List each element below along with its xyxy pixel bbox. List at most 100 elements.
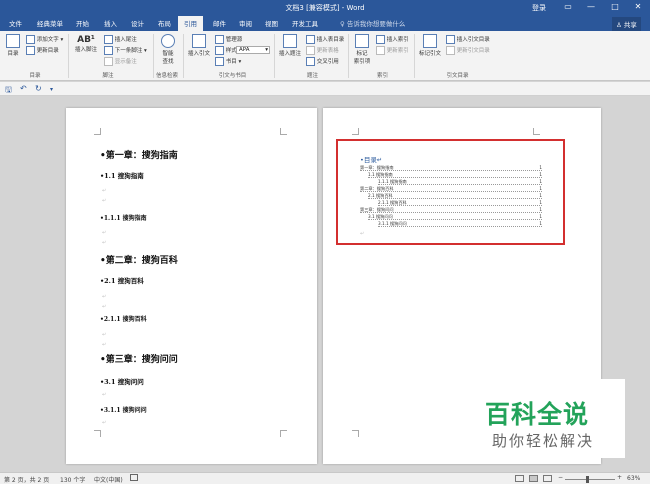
document-workspace[interactable]: •第一章：搜狗指南 •1.1 搜狗指南 ↵ ↵ •1.1.1 搜狗指南 ↵ ↵ …	[0, 96, 650, 472]
paragraph-mark: ↵	[102, 420, 107, 426]
toc-entry[interactable]: 2.1 搜狗百科 1	[368, 193, 542, 199]
citation-style-select[interactable]: APA ▾	[236, 46, 270, 54]
refresh-icon	[26, 46, 35, 55]
tab-review[interactable]: 审阅	[239, 18, 252, 28]
citation-icon	[192, 34, 206, 48]
tab-home[interactable]: 开始	[76, 18, 89, 28]
page-count[interactable]: 第 2 页，共 2 页	[4, 475, 49, 484]
paragraph-mark: ↵	[102, 392, 107, 398]
read-mode-icon[interactable]	[515, 475, 524, 482]
update-table-button[interactable]: 更新表格	[306, 46, 339, 55]
group-label-index: 索引	[376, 73, 388, 79]
insert-table-of-figures-button[interactable]: 插入表目录	[306, 35, 344, 44]
tell-me-search[interactable]: ♀ 告诉我你想要做什么	[340, 18, 405, 28]
update-toc-button[interactable]: 更新目录	[26, 46, 59, 55]
insert-endnote-button[interactable]: 插入尾注	[104, 35, 137, 44]
heading-2-1-1[interactable]: •2.1.1 搜狗百科	[100, 314, 147, 323]
toc-entry[interactable]: 2.1.1 搜狗百科 1	[378, 200, 542, 206]
login-link[interactable]: 登录	[532, 3, 546, 13]
insert-caption-button[interactable]: 插入题注	[277, 34, 303, 57]
tab-references[interactable]: 引用	[178, 16, 203, 31]
language-indicator[interactable]: 中文(中国)	[94, 475, 123, 484]
document-page-1[interactable]: •第一章：搜狗指南 •1.1 搜狗指南 ↵ ↵ •1.1.1 搜狗指南 ↵ ↵ …	[66, 108, 317, 464]
insert-index-icon	[376, 35, 385, 44]
undo-icon[interactable]: ↶	[20, 84, 27, 93]
tab-classic-menu[interactable]: 经典菜单	[37, 18, 63, 28]
tab-developer[interactable]: 开发工具	[292, 18, 318, 28]
toc-entry[interactable]: 1.1.1 搜狗指南 1	[378, 179, 542, 185]
zoom-slider[interactable]	[565, 479, 615, 480]
heading-3-1-1[interactable]: •3.1.1 搜狗问问	[100, 405, 147, 414]
ribbon-display-options-icon[interactable]: ▭	[561, 2, 575, 11]
insert-index-button[interactable]: 插入索引	[376, 35, 409, 44]
magnifier-icon	[161, 34, 175, 48]
paragraph-mark: ↵	[102, 230, 107, 236]
heading-chapter-1[interactable]: •第一章：搜狗指南	[100, 148, 178, 161]
heading-chapter-2[interactable]: •第二章：搜狗百科	[100, 253, 178, 266]
cross-reference-icon	[306, 57, 315, 66]
add-text-button[interactable]: 添加文字 ▾	[26, 35, 63, 44]
heading-1-1-1[interactable]: •1.1.1 搜狗指南	[100, 213, 147, 222]
tab-file[interactable]: 文件	[9, 18, 22, 28]
title-bar: 文档3 [兼容模式] - Word 登录 ▭ — □ ✕	[0, 0, 650, 16]
print-layout-icon[interactable]	[529, 475, 538, 482]
customize-qat-icon[interactable]: ▾	[50, 86, 53, 93]
bibliography-icon	[215, 57, 224, 66]
quick-access-toolbar: 🖫 ↶ ↻ ▾	[0, 82, 650, 96]
ribbon-tabs: 文件 经典菜单 开始 插入 设计 布局 引用 邮件 审阅 视图 开发工具 ♀ 告…	[0, 16, 650, 31]
toc-entry[interactable]: 第三章：搜狗问问 1	[360, 207, 542, 213]
zoom-in-button[interactable]: +	[617, 474, 622, 481]
macro-record-icon[interactable]	[130, 474, 138, 481]
crop-mark	[352, 430, 359, 437]
redo-icon[interactable]: ↻	[35, 84, 42, 93]
insert-footnote-button[interactable]: AB¹ 插入脚注	[72, 35, 100, 53]
tab-design[interactable]: 设计	[131, 18, 144, 28]
tab-mailings[interactable]: 邮件	[213, 18, 226, 28]
cross-reference-button[interactable]: 交叉引用	[306, 57, 339, 66]
heading-2-1[interactable]: •2.1 搜狗百科	[100, 275, 144, 285]
paragraph-mark: ↵	[102, 188, 107, 194]
tab-insert[interactable]: 插入	[104, 18, 117, 28]
insert-toa-button[interactable]: 插入引文目录	[446, 35, 490, 44]
zoom-out-button[interactable]: −	[558, 474, 563, 481]
close-button[interactable]: ✕	[631, 2, 645, 11]
heading-1-1[interactable]: •1.1 搜狗指南	[100, 170, 144, 180]
bibliography-button[interactable]: 书目 ▾	[215, 57, 241, 66]
ribbon-divider	[348, 34, 349, 78]
toc-entry[interactable]: 3.1.1 搜狗问问 1	[378, 221, 542, 227]
ribbon-divider	[68, 34, 69, 78]
crop-mark	[280, 128, 287, 135]
zoom-level[interactable]: 63%	[627, 475, 640, 482]
watermark-title: 百科全说	[485, 400, 590, 429]
insert-citation-button[interactable]: 插入引文	[186, 34, 212, 57]
ribbon-divider	[183, 34, 184, 78]
toc-entry[interactable]: 3.1 搜狗问问 1	[368, 214, 542, 220]
heading-chapter-3[interactable]: •第三章：搜狗问问	[100, 352, 178, 365]
maximize-button[interactable]: □	[608, 2, 622, 11]
word-count[interactable]: 130 个字	[60, 475, 85, 484]
web-layout-icon[interactable]	[543, 475, 552, 482]
tab-view[interactable]: 视图	[265, 18, 278, 28]
update-toa-button[interactable]: 更新引文目录	[446, 46, 490, 55]
table-of-contents-icon	[6, 34, 20, 48]
next-footnote-button[interactable]: 下一条脚注 ▾	[104, 46, 147, 55]
smart-lookup-button[interactable]: 智能 查找	[157, 34, 179, 65]
toc-entry[interactable]: 第一章：搜狗指南 1	[360, 165, 542, 171]
minimize-button[interactable]: —	[584, 2, 598, 11]
toc-button[interactable]: 目录	[4, 34, 22, 57]
share-button[interactable]: ♙ 共享	[612, 17, 641, 31]
heading-3-1[interactable]: •3.1 搜狗问问	[100, 376, 144, 386]
show-notes-button[interactable]: 显示备注	[104, 57, 137, 66]
paragraph-mark: ↵	[102, 294, 107, 300]
mark-entry-button[interactable]: 标记 索引项	[351, 34, 373, 65]
mark-citation-button[interactable]: 标记引文	[417, 34, 443, 57]
toc-entry[interactable]: 第二章：搜狗百科 1	[360, 186, 542, 192]
group-label-citations: 引文与书目	[218, 73, 247, 79]
update-toa-icon	[446, 46, 455, 55]
update-index-button[interactable]: 更新索引	[376, 46, 409, 55]
manage-sources-button[interactable]: 管理源	[215, 35, 242, 44]
toc-entry[interactable]: 1.1 搜狗指南 1	[368, 172, 542, 178]
zoom-slider-knob[interactable]	[586, 476, 589, 483]
table-of-contents[interactable]: •目录↵ 第一章：搜狗指南 1 1.1 搜狗指南 1 1.1.1 搜狗指南 1 第二章…	[336, 139, 565, 245]
tab-layout[interactable]: 布局	[158, 18, 171, 28]
